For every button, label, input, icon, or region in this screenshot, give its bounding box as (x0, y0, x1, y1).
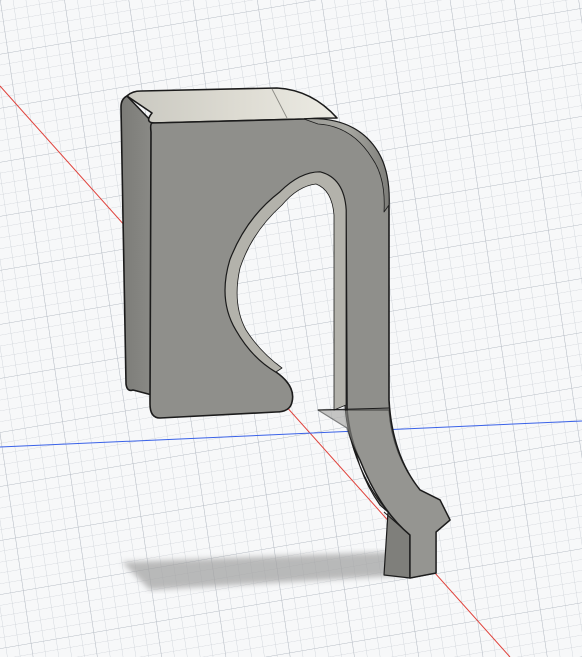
3d-viewport[interactable] (0, 0, 582, 657)
block-side-face (120, 95, 153, 396)
viewport-canvas[interactable] (0, 0, 582, 657)
